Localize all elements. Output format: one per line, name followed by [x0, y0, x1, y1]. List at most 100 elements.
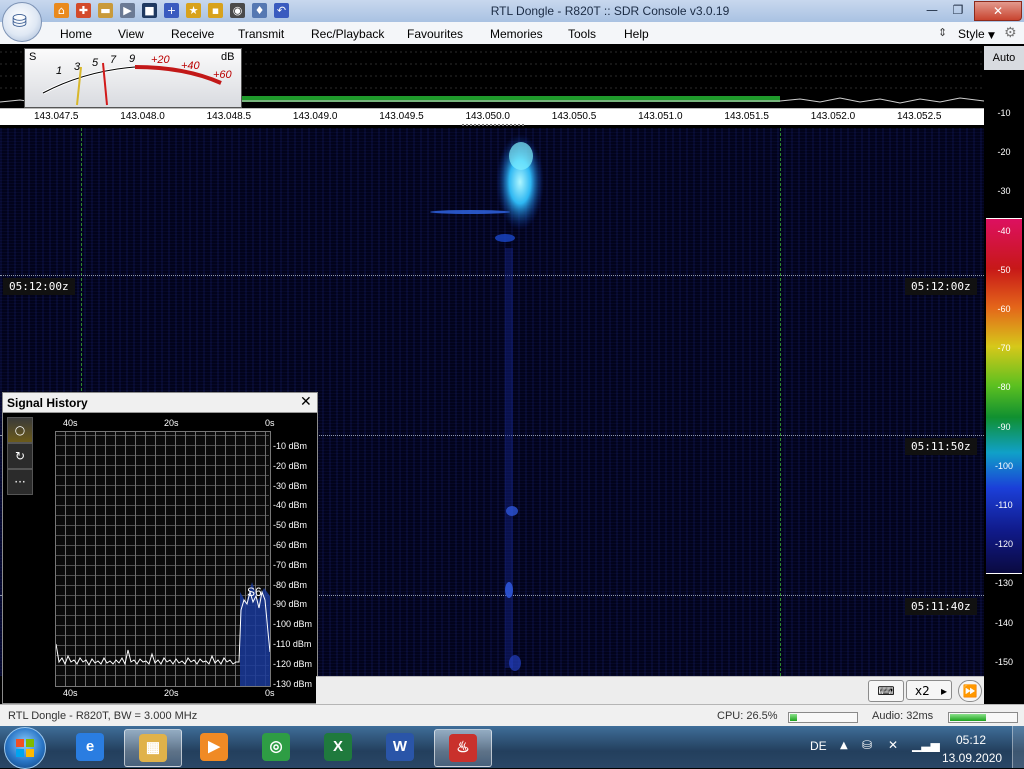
star-icon[interactable]: ★ — [186, 3, 201, 18]
reset-button[interactable]: ↻ — [7, 443, 33, 469]
show-desktop-button[interactable] — [1012, 726, 1024, 768]
frequency-tick-label: 143.052.5 — [897, 111, 942, 122]
frequency-tick-label: 143.051.5 — [724, 111, 769, 122]
frequency-tick-label: 143.051.0 — [638, 111, 683, 122]
signal-history-close-button[interactable]: ✕ — [300, 394, 312, 410]
minimize-button[interactable]: — — [918, 1, 946, 19]
signal-history-y-tick: -10 dBm — [273, 441, 308, 451]
frequency-tick-label: 143.052.0 — [810, 111, 856, 122]
menu-memories[interactable]: Memories — [490, 27, 543, 41]
frequency-tick-label: 143.048.5 — [206, 111, 252, 122]
fast-forward-button[interactable]: ⏩ — [958, 680, 982, 702]
cpu-status: CPU: 26.5% — [717, 710, 778, 722]
menu-transmit[interactable]: Transmit — [238, 27, 284, 41]
signal-history-y-tick: -110 dBm — [273, 639, 312, 649]
taskbar-excel[interactable]: X — [310, 729, 366, 765]
app-menu-button[interactable]: ⛁ — [2, 2, 42, 42]
signal-history-y-tick: -90 dBm — [273, 599, 308, 610]
cpu-meter — [788, 712, 858, 723]
excel-icon: X — [324, 733, 352, 761]
time-label-right: 05:11:50z — [905, 438, 977, 455]
app-logo-icon: ⛁ — [12, 11, 28, 32]
db-scale-tick: -110 — [995, 500, 1013, 510]
signal-history-panel[interactable]: Signal History ✕ ○ ↻ ··· 40s 20s 0s S6 -… — [2, 392, 318, 704]
more-options-button[interactable]: ··· — [7, 469, 33, 495]
frequency-tick-label: 143.049.5 — [379, 111, 424, 122]
db-scale-tick: -120 — [994, 539, 1013, 550]
style-updown-icon: ⇕ — [938, 26, 948, 39]
zoom-value: x2 — [915, 684, 930, 698]
signal-history-y-tick: -80 dBm — [273, 579, 308, 590]
menu-help[interactable]: Help — [624, 27, 649, 41]
signal-history-y-tick: -20 dBm — [273, 460, 308, 471]
lock-icon[interactable]: ▪ — [208, 3, 223, 18]
zoom-selector[interactable]: x2 ▸ — [906, 680, 952, 700]
speaker-muted-icon[interactable]: ✕ — [888, 738, 898, 752]
menu-rec-playback[interactable]: Rec/Playback — [311, 27, 384, 41]
maximize-button[interactable]: ❐ — [944, 1, 972, 19]
camera-icon[interactable]: ◉ — [230, 3, 245, 18]
signal-history-y-tick: -100 dBm — [273, 619, 313, 630]
db-scale-tick: -100 — [994, 460, 1013, 471]
network-signal-icon[interactable]: ▁▃▅ — [912, 738, 940, 752]
signal-history-y-tick: -120 dBm — [273, 658, 313, 669]
taskbar-internet-explorer[interactable]: e — [62, 729, 118, 765]
x-tick-top: 0s — [265, 418, 275, 428]
usb-device-icon[interactable]: ⛁ — [862, 738, 872, 752]
gear-icon[interactable]: ⚙ — [1004, 25, 1017, 41]
taskbar-word[interactable]: W — [372, 729, 428, 765]
windows-logo-icon — [16, 739, 34, 757]
language-indicator[interactable]: DE — [810, 739, 827, 753]
db-scale-tick: -130 — [994, 578, 1013, 589]
signal-history-y-tick: -70 dBm — [273, 559, 308, 570]
db-scale-tick: -90 — [997, 421, 1011, 432]
help-lifebuoy-icon[interactable]: ✚ — [76, 3, 91, 18]
home-icon[interactable]: ⌂ — [54, 3, 69, 18]
tray-expand-icon[interactable]: ▲ — [840, 740, 848, 751]
internet-explorer-icon: e — [76, 733, 104, 761]
frequency-tick-label: 143.049.0 — [292, 111, 338, 122]
signal-history-y-tick: -60 dBm — [273, 540, 308, 550]
keyboard-button[interactable]: ⌨ — [868, 680, 904, 702]
undo-icon[interactable]: ↶ — [274, 3, 289, 18]
taskbar-chrome[interactable]: ◎ — [248, 729, 304, 765]
style-label: Style — [958, 27, 985, 41]
menu-favourites[interactable]: Favourites — [407, 27, 463, 41]
sdr-console-icon: ♨ — [449, 734, 477, 762]
clock-time[interactable]: 05:12 — [956, 733, 986, 747]
file-explorer-icon: ▦ — [139, 734, 167, 762]
frequency-tick-label: 143.050.0 — [465, 111, 511, 122]
time-label-left: 05:12:00z — [3, 278, 75, 295]
x-tick-bottom: 20s — [164, 688, 179, 698]
menu-receive[interactable]: Receive — [171, 27, 214, 41]
x-tick-top: 40s — [63, 418, 78, 428]
s-meter-db-label: dB — [221, 51, 235, 63]
style-menu[interactable]: Style ▼ — [958, 27, 995, 41]
cpu-meter-fill — [790, 714, 797, 721]
time-label-right: 05:12:00z — [905, 278, 977, 295]
start-button[interactable] — [4, 727, 46, 769]
menu-tools[interactable]: Tools — [568, 27, 596, 41]
record-circle-button[interactable]: ○ — [7, 417, 33, 443]
frequency-tick-label: 143.048.0 — [120, 111, 165, 122]
play-icon[interactable]: ▶ — [120, 3, 135, 18]
stop-icon[interactable]: ■ — [142, 3, 157, 18]
s-meter-s-label: S — [29, 51, 37, 63]
menu-home[interactable]: Home — [60, 27, 92, 41]
x-tick-top: 20s — [164, 418, 179, 428]
close-button[interactable]: ✕ — [974, 1, 1022, 21]
folder-icon[interactable]: ▬ — [98, 3, 113, 18]
s-tick: 9 — [129, 53, 136, 65]
drop-icon[interactable]: ♦ — [252, 3, 267, 18]
menu-view[interactable]: View — [118, 27, 144, 41]
db-scale-tick: -40 — [997, 225, 1011, 236]
s-tick: 3 — [74, 61, 81, 73]
taskbar-media-player[interactable]: ▶ — [186, 729, 242, 765]
taskbar-sdr-console[interactable]: ♨ — [434, 729, 492, 767]
auto-button[interactable]: Auto — [984, 46, 1024, 70]
add-icon[interactable]: + — [164, 3, 179, 18]
taskbar-file-explorer[interactable]: ▦ — [124, 729, 182, 767]
signal-history-title: Signal History — [7, 396, 88, 410]
clock-date[interactable]: 13.09.2020 — [942, 751, 1002, 765]
frequency-tick-label: 143.050.5 — [551, 111, 597, 122]
